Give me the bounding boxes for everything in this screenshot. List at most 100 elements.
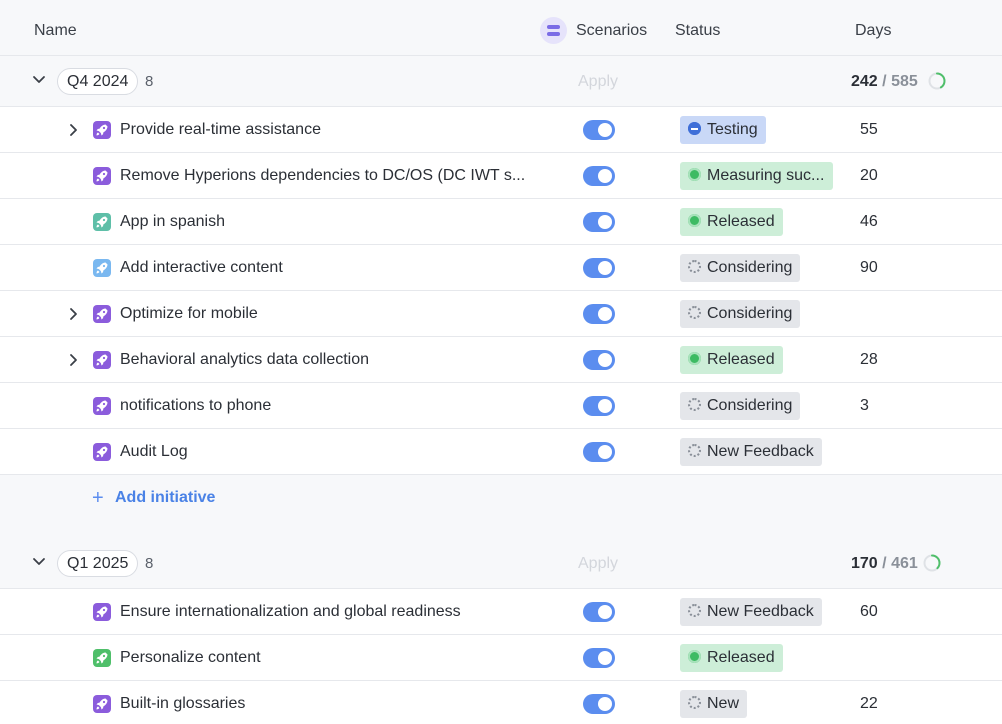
status-badge[interactable]: New Feedback bbox=[680, 438, 822, 466]
scenario-toggle[interactable] bbox=[583, 350, 615, 370]
status-badge[interactable]: New bbox=[680, 690, 748, 718]
scenario-toggle[interactable] bbox=[583, 304, 615, 324]
rocket-icon bbox=[93, 121, 111, 139]
status-icon bbox=[688, 306, 701, 319]
rocket-icon bbox=[93, 695, 111, 713]
initiative-title[interactable]: Personalize content bbox=[120, 635, 261, 681]
progress-ring-icon bbox=[928, 72, 946, 90]
status-badge[interactable]: Measuring suc... bbox=[680, 162, 833, 190]
days-total: 461 bbox=[891, 555, 918, 572]
chevron-right-icon[interactable] bbox=[67, 123, 81, 137]
add-initiative-row: + Add initiative bbox=[0, 475, 1002, 545]
group-header-q1-2025: Q1 2025 8 Apply 170 / 461 bbox=[0, 538, 1002, 589]
column-header-name[interactable]: Name bbox=[34, 0, 77, 56]
table-row[interactable]: Provide real-time assistance Testing 55 bbox=[0, 107, 1002, 153]
status-badge[interactable]: Released bbox=[680, 208, 783, 236]
status-icon bbox=[688, 398, 701, 411]
group-header-q4-2024: Q4 2024 8 Apply 242 / 585 bbox=[0, 56, 1002, 107]
days-value: 3 bbox=[860, 397, 869, 414]
table-row[interactable]: Add interactive content Considering 90 bbox=[0, 245, 1002, 291]
scenario-toggle[interactable] bbox=[583, 166, 615, 186]
days-total: 585 bbox=[891, 73, 918, 90]
initiative-title[interactable]: Provide real-time assistance bbox=[120, 107, 321, 153]
days-value: 46 bbox=[860, 213, 878, 230]
status-icon bbox=[688, 696, 701, 709]
apply-button[interactable]: Apply bbox=[578, 538, 618, 589]
days-value: 60 bbox=[860, 603, 878, 620]
apply-button[interactable]: Apply bbox=[578, 56, 618, 107]
initiative-title[interactable]: Remove Hyperions dependencies to DC/OS (… bbox=[120, 153, 525, 199]
plus-icon[interactable]: + bbox=[92, 488, 104, 508]
chevron-right-icon[interactable] bbox=[67, 307, 81, 321]
status-badge[interactable]: Considering bbox=[680, 392, 801, 420]
table-row[interactable]: Personalize content Released bbox=[0, 635, 1002, 681]
rocket-icon bbox=[93, 305, 111, 323]
add-initiative-button[interactable]: Add initiative bbox=[115, 487, 215, 509]
status-icon bbox=[688, 444, 701, 457]
rocket-icon bbox=[93, 167, 111, 185]
scenario-toggle[interactable] bbox=[583, 694, 615, 714]
rocket-icon bbox=[93, 351, 111, 369]
initiative-title[interactable]: App in spanish bbox=[120, 199, 225, 245]
chevron-right-icon[interactable] bbox=[67, 353, 81, 367]
chevron-down-icon[interactable] bbox=[32, 555, 46, 569]
scenario-toggle[interactable] bbox=[583, 648, 615, 668]
rocket-icon bbox=[93, 259, 111, 277]
initiative-title[interactable]: Ensure internationalization and global r… bbox=[120, 589, 461, 635]
column-header-scenarios[interactable]: Scenarios bbox=[576, 0, 647, 56]
status-icon bbox=[688, 352, 701, 365]
table-row[interactable]: notifications to phone Considering 3 bbox=[0, 383, 1002, 429]
initiative-title[interactable]: Audit Log bbox=[120, 429, 188, 475]
scenario-toggle[interactable] bbox=[583, 442, 615, 462]
progress-ring-icon bbox=[923, 554, 941, 572]
initiative-title[interactable]: Built-in glossaries bbox=[120, 681, 245, 724]
status-badge[interactable]: New Feedback bbox=[680, 598, 822, 626]
rocket-icon bbox=[93, 443, 111, 461]
scenario-toggle[interactable] bbox=[583, 258, 615, 278]
days-done: 242 bbox=[851, 73, 878, 90]
group-count: 8 bbox=[145, 555, 154, 572]
table-row[interactable]: Audit Log New Feedback bbox=[0, 429, 1002, 475]
table-row[interactable]: Ensure internationalization and global r… bbox=[0, 589, 1002, 635]
group-count: 8 bbox=[145, 73, 154, 90]
column-header-status[interactable]: Status bbox=[675, 0, 720, 56]
days-value: 90 bbox=[860, 259, 878, 276]
status-badge[interactable]: Considering bbox=[680, 300, 801, 328]
days-value: 22 bbox=[860, 695, 878, 712]
rocket-icon bbox=[93, 649, 111, 667]
scenario-toggle[interactable] bbox=[583, 120, 615, 140]
initiative-title[interactable]: Behavioral analytics data collection bbox=[120, 337, 369, 383]
status-icon bbox=[688, 260, 701, 273]
rocket-icon bbox=[93, 397, 111, 415]
table-row[interactable]: Built-in glossaries New 22 bbox=[0, 681, 1002, 724]
days-value: 55 bbox=[860, 121, 878, 138]
status-badge[interactable]: Considering bbox=[680, 254, 801, 282]
scenario-toggle[interactable] bbox=[583, 212, 615, 232]
days-value: 28 bbox=[860, 351, 878, 368]
status-icon bbox=[688, 214, 701, 227]
table-row[interactable]: Optimize for mobile Considering bbox=[0, 291, 1002, 337]
table-row[interactable]: Remove Hyperions dependencies to DC/OS (… bbox=[0, 153, 1002, 199]
scenario-toggle[interactable] bbox=[583, 602, 615, 622]
status-icon bbox=[688, 650, 701, 663]
column-header-days[interactable]: Days bbox=[855, 0, 891, 56]
rocket-icon bbox=[93, 213, 111, 231]
days-done: 170 bbox=[851, 555, 878, 572]
days-summary: 242 / 585 bbox=[851, 73, 918, 90]
status-badge[interactable]: Released bbox=[680, 346, 783, 374]
status-icon bbox=[688, 122, 701, 135]
initiative-title[interactable]: notifications to phone bbox=[120, 383, 271, 429]
status-icon bbox=[688, 168, 701, 181]
initiative-title[interactable]: Optimize for mobile bbox=[120, 291, 258, 337]
scenarios-icon[interactable] bbox=[540, 17, 567, 44]
group-label[interactable]: Q4 2024 bbox=[57, 68, 139, 95]
days-value: 20 bbox=[860, 167, 878, 184]
initiative-title[interactable]: Add interactive content bbox=[120, 245, 283, 291]
chevron-down-icon[interactable] bbox=[32, 73, 46, 87]
status-badge[interactable]: Released bbox=[680, 644, 783, 672]
scenario-toggle[interactable] bbox=[583, 396, 615, 416]
group-label[interactable]: Q1 2025 bbox=[57, 550, 139, 577]
table-row[interactable]: Behavioral analytics data collection Rel… bbox=[0, 337, 1002, 383]
status-badge[interactable]: Testing bbox=[680, 116, 766, 144]
table-row[interactable]: App in spanish Released 46 bbox=[0, 199, 1002, 245]
